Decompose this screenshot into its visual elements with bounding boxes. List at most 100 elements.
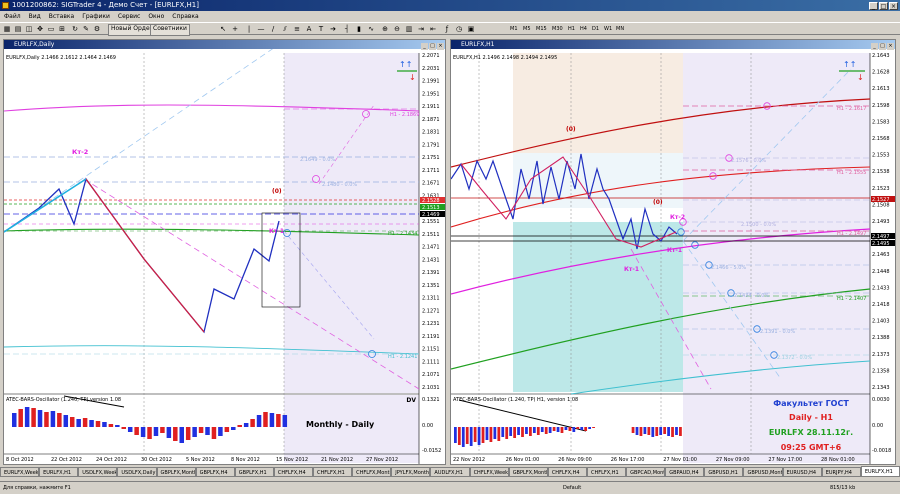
chart-tab[interactable]: GBPLFX,Monthly <box>508 467 548 477</box>
vertical-line-icon[interactable]: | <box>244 24 254 34</box>
zoom-out-icon[interactable]: ⊖ <box>392 24 402 34</box>
level-label: H1 - 2.1617 <box>837 106 866 112</box>
meta-editor-icon[interactable]: ✎ <box>81 24 91 34</box>
market-watch-icon[interactable]: ◫ <box>24 24 34 34</box>
chart-tab[interactable]: CHFLFX,Monthly <box>352 467 392 477</box>
options-icon[interactable]: ⚙ <box>92 24 102 34</box>
channel-icon[interactable]: ⫽ <box>280 24 290 34</box>
cursor-icon[interactable]: ↖ <box>218 24 228 34</box>
chart-tab[interactable]: CHFLFX,H1 <box>586 467 627 477</box>
chart-tab[interactable]: JPYLFX,Monthly <box>391 467 431 477</box>
arrow-icon[interactable]: ➔ <box>328 24 338 34</box>
price-tick-label: 2.1711 <box>422 168 440 174</box>
maximize-button[interactable]: □ <box>879 2 888 10</box>
minimize-button[interactable]: _ <box>869 2 878 10</box>
price-tick-label: 2.1671 <box>422 181 440 187</box>
chart-tab[interactable]: GBPUSD,H1 <box>704 467 744 477</box>
chart-tab[interactable]: GBPUSD,Monthly <box>743 467 783 477</box>
indicators-icon[interactable]: ƒ <box>442 24 452 34</box>
chart-window-title-h1: EURLFX,H1 _ □ × <box>451 40 895 50</box>
chart-shift-icon[interactable]: ⇤ <box>428 24 438 34</box>
crosshair-icon[interactable]: + <box>230 24 240 34</box>
history-icon[interactable]: ↻ <box>70 24 80 34</box>
chart-tab[interactable]: AUDLFX,H1 <box>430 467 470 477</box>
timeframe-h1[interactable]: H1 <box>568 25 575 33</box>
chart-tab[interactable]: CHFLFX,H1 <box>313 467 353 477</box>
osc-bar <box>269 413 275 427</box>
app-title: 1001200862: SIGTrader 4 - Демо Счет - [E… <box>12 1 199 9</box>
timeframe-m30[interactable]: M30 <box>552 25 563 33</box>
chart-tab[interactable]: CHFLFX,H4 <box>547 467 587 477</box>
menu-file[interactable]: Файл <box>0 11 25 22</box>
horizontal-line-icon[interactable]: — <box>256 24 266 34</box>
range-zone-peach <box>513 53 683 153</box>
price-tick-label: 2.1403 <box>872 319 890 325</box>
timeframe-w1[interactable]: W1 <box>604 25 612 33</box>
new-chart-icon[interactable]: ▦ <box>2 24 12 34</box>
date-tick-label: 26 Nov 17:00 <box>611 457 645 463</box>
timeframe-m1[interactable]: M1 <box>510 25 518 33</box>
chart-tab[interactable]: GBPCAD,Monthly <box>626 467 666 477</box>
fibonacci-icon[interactable]: ≡ <box>292 24 302 34</box>
timeframe-m15[interactable]: M15 <box>536 25 547 33</box>
h1-chart[interactable]: ↑↑ ↓ EURLFX,H1 2.1496 2.1498 2.1494 2.14… <box>451 49 895 464</box>
menu-tools[interactable]: Сервис <box>114 11 144 22</box>
osc-bar <box>31 408 36 427</box>
menu-help[interactable]: Справка <box>168 11 202 22</box>
menu-window[interactable]: Окно <box>144 11 168 22</box>
osc-bar <box>231 427 236 430</box>
chart-tab[interactable]: EURJPY,H4 <box>821 467 861 477</box>
chart-tab[interactable]: GBPAUD,H4 <box>665 467 705 477</box>
navigator-icon[interactable]: ✥ <box>35 24 45 34</box>
close-button[interactable]: × <box>889 2 898 10</box>
profiles-icon[interactable]: ▤ <box>13 24 23 34</box>
bar-chart-icon[interactable]: ┤ <box>342 24 352 34</box>
text-icon[interactable]: A <box>304 24 314 34</box>
label-icon[interactable]: T <box>316 24 326 34</box>
candles-icon[interactable]: ▮ <box>354 24 364 34</box>
osc-bar <box>473 427 477 442</box>
timeframe-d1[interactable]: D1 <box>592 25 599 33</box>
chart-tab[interactable]: EURLFX,Weekly <box>0 467 40 477</box>
chart-tab[interactable]: GBPLFX,Monthly <box>156 467 196 477</box>
timeframe-mn[interactable]: MN <box>616 25 624 33</box>
level-label: H1 - 2.1497 <box>837 231 866 237</box>
chart-tab[interactable]: CHFLFX,H4 <box>273 467 314 477</box>
date-tick-label: 26 Nov 01:00 <box>506 457 540 463</box>
timeframe-h4[interactable]: H4 <box>580 25 587 33</box>
zoom-in-icon[interactable]: ⊕ <box>380 24 390 34</box>
osc-bar <box>564 427 568 430</box>
advisors-button[interactable]: Советники <box>150 24 190 36</box>
price-tick-label: 2.1643 <box>872 53 890 59</box>
chart-window-h1[interactable]: EURLFX,H1 _ □ × ↑↑ ↓ EURLFX,H1 2.1496 2.… <box>450 39 896 465</box>
autoscroll-icon[interactable]: ⇥ <box>416 24 426 34</box>
menu-charts[interactable]: Графики <box>78 11 114 22</box>
strategy-tester-icon[interactable]: ⊞ <box>57 24 67 34</box>
menu-view[interactable]: Вид <box>25 11 45 22</box>
chart-tab[interactable]: GBPLFX,H1 <box>234 467 274 477</box>
chart-tab[interactable]: EURLFX,H1 <box>860 466 900 477</box>
line-chart-icon[interactable]: ∿ <box>366 24 376 34</box>
tile-windows-icon[interactable]: ▥ <box>404 24 414 34</box>
timeframe-m5[interactable]: M5 <box>523 25 531 33</box>
label-zero-2: (0) <box>653 199 663 206</box>
terminal-icon[interactable]: ▭ <box>46 24 56 34</box>
osc-bar <box>198 427 204 433</box>
chart-tab[interactable]: USDLFX,Weekly <box>78 467 118 477</box>
menu-insert[interactable]: Вставка <box>45 11 78 22</box>
app-icon <box>2 2 9 9</box>
osc-bar <box>501 427 505 437</box>
templates-icon[interactable]: ▣ <box>466 24 476 34</box>
trendline-icon[interactable]: / <box>268 24 278 34</box>
chart-window-daily[interactable]: EURLFX,Daily _ □ × ↑↑ ↓ EURLFX,Daily 2.1… <box>3 39 446 465</box>
daily-chart[interactable]: ↑↑ ↓ EURLFX,Daily 2.1466 2.1612 2.1464 2… <box>4 49 445 464</box>
chart-tab[interactable]: EURLFX,H1 <box>39 467 79 477</box>
chart-tab[interactable]: GBPLFX,H4 <box>195 467 235 477</box>
osc-bar <box>18 409 23 427</box>
chart-tab[interactable]: USDLFX,Daily <box>117 467 157 477</box>
date-tick-label: 15 Nov 2012 <box>276 457 308 463</box>
chart-tab[interactable]: CHFLFX,Weekly <box>469 467 509 477</box>
chart-tab[interactable]: EURUSD,H4 <box>782 467 822 477</box>
periods-icon[interactable]: ◷ <box>454 24 464 34</box>
price-tick-label: 2.1551 <box>422 219 440 225</box>
